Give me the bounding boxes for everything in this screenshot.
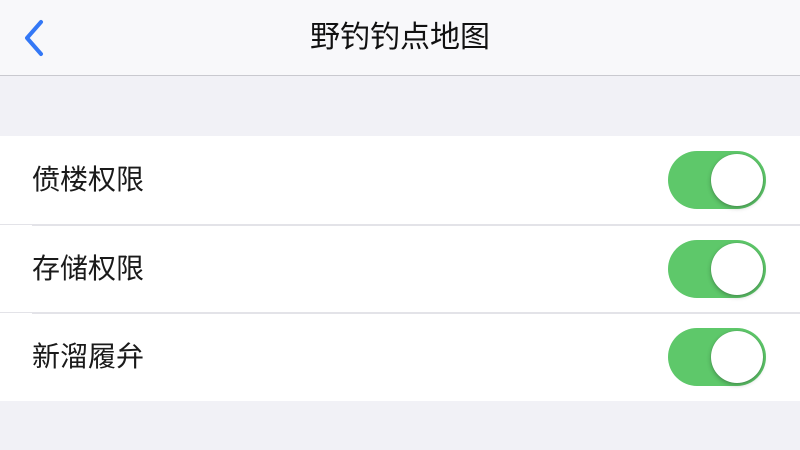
setting-row-storage-permission: 存储权限 <box>0 224 800 312</box>
back-button[interactable] <box>8 12 60 64</box>
setting-label: 偾楼权限 <box>32 163 145 196</box>
setting-label: 新溜履弁 <box>32 340 145 373</box>
permissions-list: 偾楼权限 存储权限 新溜履弁 <box>0 136 800 401</box>
toggle-knob <box>711 154 763 206</box>
toggle-knob <box>711 331 763 383</box>
toggle-knob <box>711 243 763 295</box>
row-divider <box>32 313 800 314</box>
setting-label: 存储权限 <box>32 252 145 285</box>
location-permission-toggle[interactable] <box>668 151 766 209</box>
page-title: 野钓钓点地图 <box>310 20 490 55</box>
notification-permission-toggle[interactable] <box>668 328 766 386</box>
row-divider <box>32 225 800 226</box>
setting-row-notification-permission: 新溜履弁 <box>0 312 800 400</box>
chevron-left-icon <box>25 20 43 56</box>
setting-row-location-permission: 偾楼权限 <box>0 136 800 224</box>
storage-permission-toggle[interactable] <box>668 240 766 298</box>
navigation-bar: 野钓钓点地图 <box>0 0 800 76</box>
settings-screen: 野钓钓点地图 偾楼权限 存储权限 新溜履弁 <box>0 0 800 450</box>
